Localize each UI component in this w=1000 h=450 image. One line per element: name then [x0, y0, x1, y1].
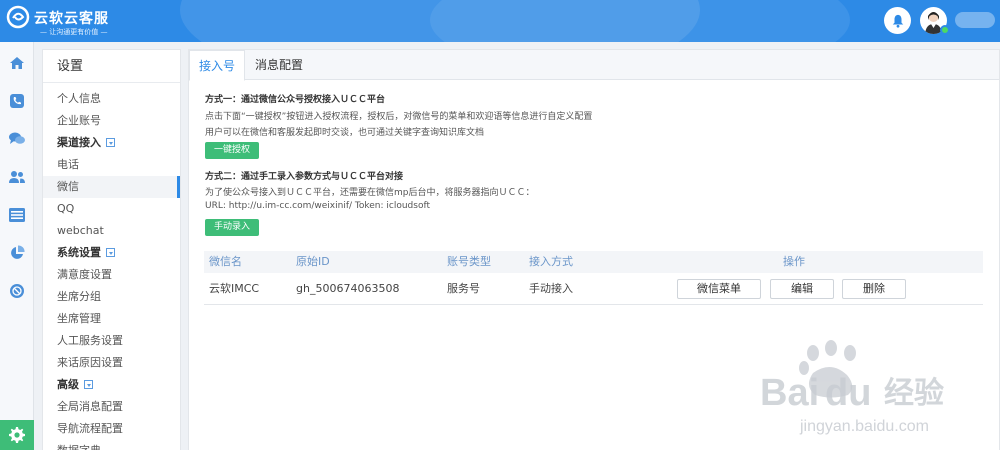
cell-access-mode: 手动接入 [529, 282, 573, 295]
online-status-dot [940, 25, 950, 35]
method1-description-1: 点击下面“一键授权”按钮进入授权流程，授权后，对微信号的菜单和欢迎语等信息进行自… [205, 112, 593, 122]
brand-name: 云软云客服 [34, 11, 109, 27]
delete-button[interactable]: 删除 [842, 279, 906, 299]
menu-group-label: 高级 [57, 378, 79, 391]
watermark-cn-text: 经验 [884, 376, 944, 411]
nav-settings[interactable] [0, 420, 34, 450]
icon-sidebar [0, 42, 34, 450]
column-access-mode: 接入方式 [529, 255, 573, 268]
panel-title: 设置 [43, 50, 180, 83]
tab-message-config[interactable]: 消息配置 [245, 50, 313, 81]
home-icon [10, 57, 24, 69]
nav-network[interactable] [0, 276, 34, 306]
menu-group-advanced[interactable]: 高级 [43, 374, 180, 396]
nav-home[interactable] [0, 48, 34, 78]
one-click-auth-button[interactable]: 一键授权 [205, 142, 259, 159]
pie-chart-icon [11, 245, 25, 259]
wechat-menu-button[interactable]: 微信菜单 [677, 279, 761, 299]
cell-original-id: gh_500674063508 [296, 282, 400, 295]
column-account-type: 账号类型 [447, 255, 491, 268]
brand-slogan: — 让沟通更有价值 — [40, 28, 108, 36]
settings-panel: 设置 个人信息 企业账号 渠道接入 电话 微信 QQ webchat 系统设置 … [42, 49, 181, 450]
watermark-url: jingyan.baidu.com [799, 418, 929, 435]
nav-phone[interactable] [0, 86, 34, 116]
top-header: 云软云客服 — 让沟通更有价值 — [0, 0, 1000, 42]
column-wechat-name: 微信名 [209, 255, 242, 268]
list-icon [9, 208, 25, 222]
menu-group-channel-access[interactable]: 渠道接入 [43, 132, 180, 154]
manual-entry-button[interactable]: 手动录入 [205, 219, 259, 236]
menu-wechat[interactable]: 微信 [43, 176, 180, 198]
nav-users[interactable] [0, 162, 34, 192]
expand-icon[interactable] [84, 379, 93, 389]
expand-icon[interactable] [106, 137, 115, 147]
brand-logo-icon [6, 5, 30, 29]
table-row: 云软IMCC gh_500674063508 服务号 手动接入 微信菜单 编辑 … [204, 273, 983, 305]
users-icon [9, 171, 25, 183]
method1-description-2: 用户可以在微信和客服发起即时交谈，也可通过关键字查询知识库文档 [205, 128, 485, 138]
table-header: 微信名 原始ID 账号类型 接入方式 操作 [204, 251, 983, 273]
menu-group-label: 渠道接入 [57, 136, 101, 149]
gear-icon [9, 427, 25, 443]
globe-icon [10, 284, 24, 298]
method1-title: 方式一：通过微信公众号授权接入ＵＣＣ平台 [205, 95, 386, 105]
watermark-brand-text: Bai [760, 372, 819, 414]
method2-description: 为了使公众号接入到ＵＣＣ平台，还需要在微信mp后台中，将服务器指向ＵＣＣ： [205, 188, 535, 198]
column-actions: 操作 [783, 255, 805, 268]
menu-agent-management[interactable]: 坐席管理 [43, 308, 180, 330]
column-original-id: 原始ID [296, 255, 330, 268]
menu-call-reason-settings[interactable]: 来话原因设置 [43, 352, 180, 374]
nav-chat[interactable] [0, 124, 34, 154]
phone-icon [10, 94, 24, 108]
menu-data-dictionary[interactable]: 数据字典 [43, 440, 180, 450]
menu-phone[interactable]: 电话 [43, 154, 180, 176]
header-decoration [430, 0, 850, 42]
expand-icon[interactable] [106, 247, 115, 257]
watermark-brand-text-2: du [825, 372, 871, 414]
cell-account-type: 服务号 [447, 282, 480, 295]
menu-enterprise-account[interactable]: 企业账号 [43, 110, 180, 132]
menu-satisfaction-settings[interactable]: 满意度设置 [43, 264, 180, 286]
menu-webchat[interactable]: webchat [43, 220, 180, 242]
menu-personal-info[interactable]: 个人信息 [43, 88, 180, 110]
notification-button[interactable] [884, 7, 911, 34]
edit-button[interactable]: 编辑 [770, 279, 834, 299]
nav-list[interactable] [0, 200, 34, 230]
url-token-info: URL: http://u.im-cc.com/weixinif/ Token:… [205, 201, 431, 211]
bell-icon [892, 14, 903, 28]
tab-bar: 接入号 消息配置 [189, 50, 999, 81]
menu-qq[interactable]: QQ [43, 198, 180, 220]
cell-wechat-name: 云软IMCC [209, 282, 260, 295]
menu-navigation-flow-config[interactable]: 导航流程配置 [43, 418, 180, 440]
username-blurred[interactable] [955, 12, 995, 28]
menu-global-message-config[interactable]: 全局消息配置 [43, 396, 180, 418]
tab-access-number[interactable]: 接入号 [189, 50, 245, 81]
menu-manual-service-settings[interactable]: 人工服务设置 [43, 330, 180, 352]
menu-agent-groups[interactable]: 坐席分组 [43, 286, 180, 308]
menu-group-system-settings[interactable]: 系统设置 [43, 242, 180, 264]
method2-title: 方式二：通过手工录入参数方式与ＵＣＣ平台对接 [205, 172, 404, 182]
menu-group-label: 系统设置 [57, 246, 101, 259]
chat-icon [9, 132, 25, 144]
nav-statistics[interactable] [0, 238, 34, 268]
baidu-jingyan-watermark: Bai du 经验 jingyan.baidu.com [760, 340, 944, 435]
